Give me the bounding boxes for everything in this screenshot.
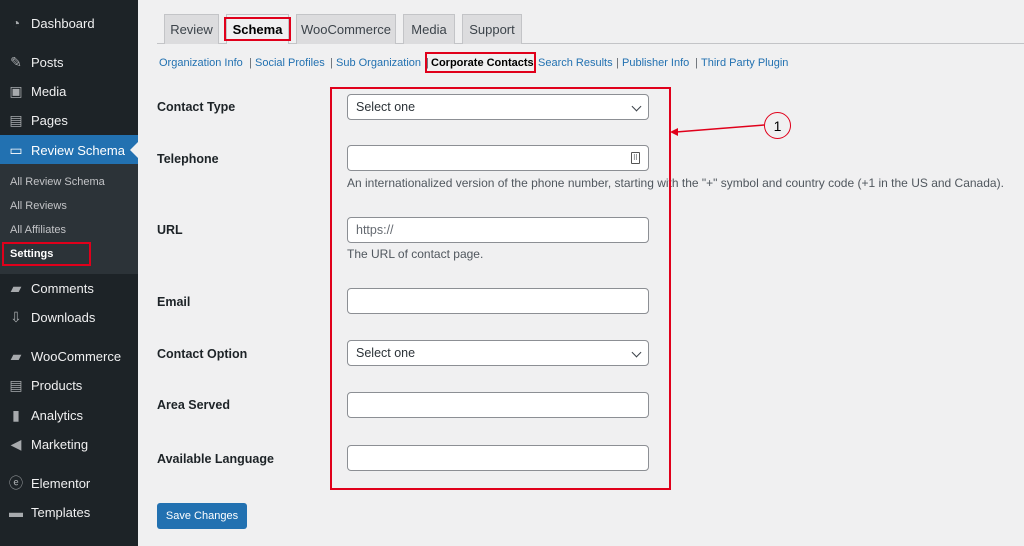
menu-elementor[interactable]: ⓔ Elementor [0,468,138,498]
tab-media[interactable]: Media [403,14,455,44]
woocommerce-icon: ▰ [10,347,22,364]
form-highlight-box [330,87,671,490]
menu-label: Products [31,377,83,393]
contact-type-label: Contact Type [157,100,236,114]
menu-label: Templates [31,504,91,520]
menu-label: Comments [31,280,94,296]
analytics-icon: ▮ [12,406,20,423]
tab-woocommerce[interactable]: WooCommerce [296,14,396,44]
corporate-contacts-highlight-box [425,52,536,73]
tab-support[interactable]: Support [462,14,522,44]
menu-label: Downloads [31,309,96,325]
templates-icon: ▬ [9,504,23,520]
subnav-separator: | [249,57,252,69]
menu-label: Analytics [31,407,84,423]
menu-marketing[interactable]: ◀ Marketing [0,429,138,459]
menu-label: WooCommerce [31,348,122,364]
subnav-publisher-info[interactable]: Publisher Info [622,57,689,69]
menu-label: Media [31,83,67,99]
subnav-separator: | [616,57,619,69]
menu-label: Dashboard [31,15,95,31]
subnav-separator: | [695,57,698,69]
subnav-organization-info[interactable]: Organization Info [159,57,243,69]
schema-tab-highlight-box [224,17,291,41]
menu-label: Review Schema [31,142,125,158]
annotation-callout: 1 [764,112,791,139]
annotation-arrow [670,124,765,136]
products-icon: ▤ [9,376,23,393]
menu-posts[interactable]: ✎ Posts [0,47,138,77]
comments-icon: ▰ [10,279,22,296]
contact-option-label: Contact Option [157,347,248,361]
admin-sidebar: ◔ Dashboard ✎ Posts ▣ Media ▤ Pages ▭ Review … [0,0,138,546]
submenu-all-review-schema[interactable]: All Review Schema [10,176,105,188]
email-label: Email [157,295,191,309]
menu-woocommerce[interactable]: ▰ WooCommerce [0,341,138,371]
menu-label: Elementor [31,475,91,491]
save-changes-button[interactable]: Save Changes [157,503,247,529]
menu-comments[interactable]: ▰ Comments [0,273,138,303]
subnav-separator: | [330,57,333,69]
media-icon: ▣ [9,82,23,99]
menu-dashboard[interactable]: ◔ Dashboard [0,8,138,38]
elementor-icon: ⓔ [9,475,23,491]
tab-review[interactable]: Review [164,14,219,44]
menu-media[interactable]: ▣ Media [0,76,138,106]
subnav-social-profiles[interactable]: Social Profiles [255,57,325,69]
menu-label: Pages [31,112,68,128]
submenu-all-affiliates[interactable]: All Affiliates [10,224,66,236]
subnav-search-results[interactable]: Search Results [538,57,613,69]
subnav-third-party-plugin[interactable]: Third Party Plugin [701,57,788,69]
menu-downloads[interactable]: ⇩ Downloads [0,302,138,332]
menu-label: Posts [31,54,64,70]
review-schema-icon: ▭ [9,141,23,158]
dashboard-icon: ◔ [11,15,21,31]
area-served-label: Area Served [157,398,230,412]
menu-analytics[interactable]: ▮ Analytics [0,400,138,430]
settings-highlight-box [2,242,91,266]
menu-pages[interactable]: ▤ Pages [0,105,138,135]
telephone-label: Telephone [157,152,219,166]
subnav-sub-organization[interactable]: Sub Organization [336,57,421,69]
active-menu-arrow [130,142,138,158]
submenu-all-reviews[interactable]: All Reviews [10,200,67,212]
pages-icon: ▤ [9,111,23,128]
downloads-icon: ⇩ [10,308,22,325]
url-label: URL [157,223,183,237]
marketing-icon: ◀ [10,435,22,452]
menu-review-schema[interactable]: ▭ Review Schema [0,135,138,165]
menu-label: Marketing [31,436,89,452]
available-language-label: Available Language [157,452,274,466]
pin-icon: ✎ [10,53,22,70]
menu-templates[interactable]: ▬ Templates [0,497,138,527]
menu-products[interactable]: ▤ Products [0,370,138,400]
